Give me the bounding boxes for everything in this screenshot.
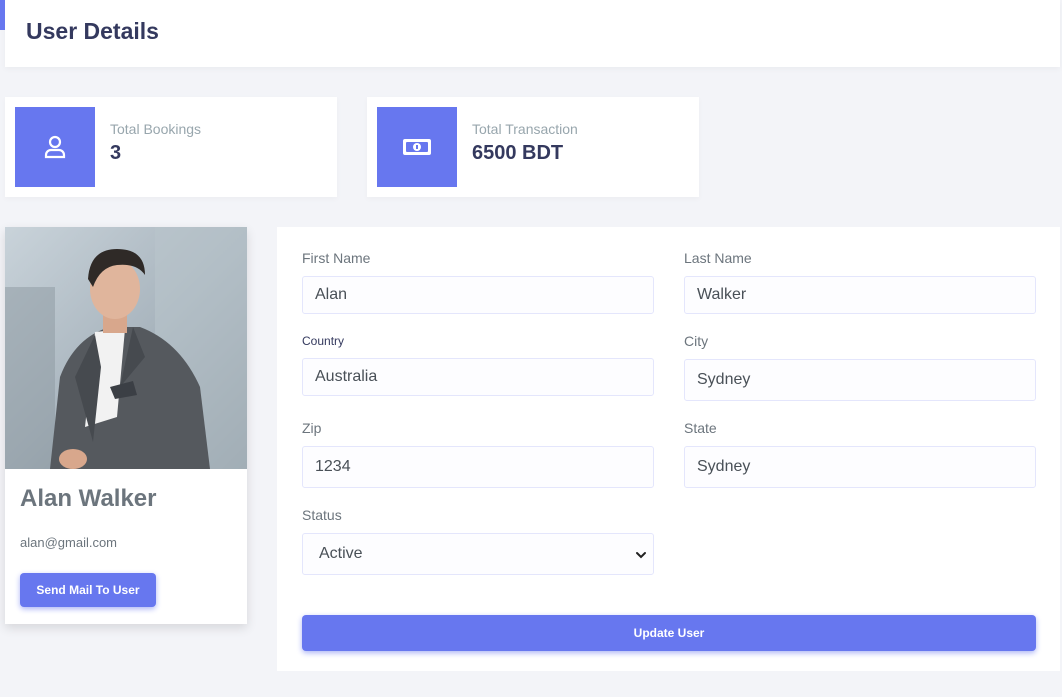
user-form: First Name Last Name Country City Zip St… <box>277 227 1060 671</box>
first-name-label: First Name <box>302 250 371 266</box>
profile-name: Alan Walker <box>20 485 157 512</box>
country-label: Country <box>302 334 345 348</box>
city-label: City <box>684 333 709 349</box>
last-name-label: Last Name <box>684 250 752 266</box>
status-label: Status <box>302 507 342 523</box>
profile-email: alan@gmail.com <box>20 535 118 550</box>
stat-label: Total Bookings <box>110 121 202 137</box>
profile-photo <box>5 227 247 469</box>
stat-card-bookings: Total Bookings 3 <box>5 97 337 197</box>
zip-field[interactable] <box>302 446 654 488</box>
city-field[interactable] <box>684 359 1036 401</box>
user-icon <box>15 107 95 187</box>
country-field[interactable] <box>302 358 654 396</box>
chevron-down-icon <box>635 548 647 566</box>
stat-value: 3 <box>110 142 122 164</box>
send-mail-button[interactable]: Send Mail To User <box>20 573 156 607</box>
page-header: User Details <box>0 0 1060 67</box>
stat-card-transaction: Total Transaction 6500 BDT <box>367 97 699 197</box>
stat-value: 6500 BDT <box>472 142 564 164</box>
last-name-field[interactable] <box>684 276 1036 314</box>
status-select[interactable]: Active <box>302 533 654 575</box>
state-label: State <box>684 420 717 436</box>
state-field[interactable] <box>684 446 1036 488</box>
first-name-field[interactable] <box>302 276 654 314</box>
header-accent-bar <box>0 0 5 30</box>
money-icon <box>377 107 457 187</box>
page-title: User Details <box>26 18 159 44</box>
stat-label: Total Transaction <box>472 121 578 137</box>
profile-card: Alan Walker alan@gmail.com Send Mail To … <box>5 227 247 624</box>
update-user-button[interactable]: Update User <box>302 615 1036 651</box>
page: User Details Total Bookings 3 Total Tran… <box>0 0 1062 697</box>
status-select-value: Active <box>319 545 363 562</box>
zip-label: Zip <box>302 420 322 436</box>
